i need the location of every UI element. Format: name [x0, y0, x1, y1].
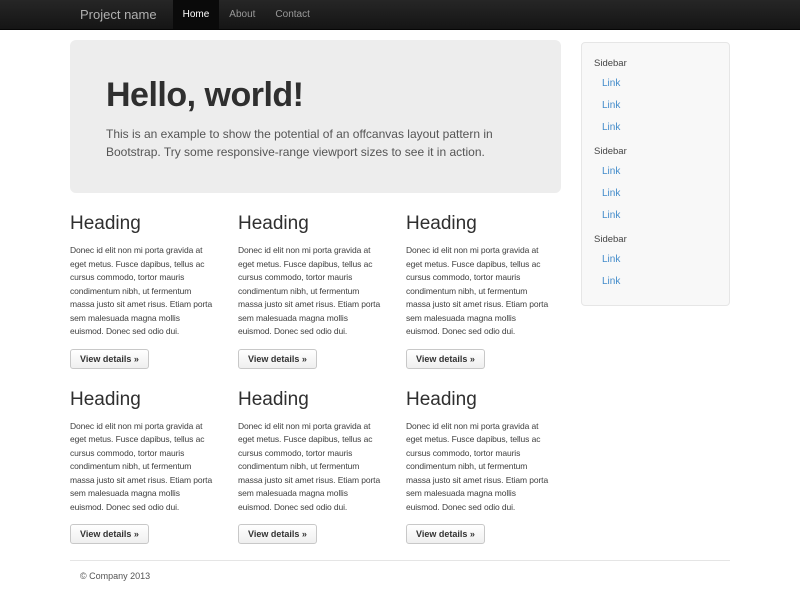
nav-item-about: About — [219, 0, 265, 29]
card-heading: Heading — [406, 389, 551, 411]
card-heading: Heading — [238, 213, 383, 235]
view-details-button[interactable]: View details » — [70, 524, 149, 544]
nav-link-about[interactable]: About — [219, 0, 265, 29]
view-details-button[interactable]: View details » — [238, 524, 317, 544]
sidebar-link[interactable]: Link — [582, 161, 729, 183]
sidebar-group-3: Sidebar Link Link — [582, 227, 729, 293]
jumbotron-description: This is an example to show the potential… — [106, 125, 524, 161]
content-row: Hello, world! This is an example to show… — [70, 40, 730, 544]
sidebar-link[interactable]: Link — [582, 249, 729, 271]
sidebar-link[interactable]: Link — [582, 95, 729, 117]
navbar-inner: Project name Home About Contact — [70, 0, 730, 29]
main-column: Hello, world! This is an example to show… — [70, 40, 561, 544]
sidebar-column: Sidebar Link Link Link Sidebar Link Link… — [581, 42, 730, 306]
sidebar-link[interactable]: Link — [582, 271, 729, 293]
card-body-text: Donec id elit non mi porta gravida at eg… — [238, 420, 383, 515]
card-body-text: Donec id elit non mi porta gravida at eg… — [70, 420, 215, 515]
view-details-button[interactable]: View details » — [238, 349, 317, 369]
card-heading: Heading — [238, 389, 383, 411]
nav-item-contact: Contact — [265, 0, 319, 29]
sidebar-link[interactable]: Link — [582, 183, 729, 205]
footer: © Company 2013 — [70, 560, 730, 611]
jumbotron: Hello, world! This is an example to show… — [70, 40, 561, 193]
navbar-brand[interactable]: Project name — [70, 0, 173, 29]
copyright-text: © Company 2013 — [80, 571, 730, 581]
card-heading: Heading — [70, 213, 215, 235]
cards-row-2: Heading Donec id elit non mi porta gravi… — [70, 387, 561, 545]
card-body-text: Donec id elit non mi porta gravida at eg… — [70, 244, 215, 339]
card-body-text: Donec id elit non mi porta gravida at eg… — [406, 244, 551, 339]
sidebar: Sidebar Link Link Link Sidebar Link Link… — [581, 42, 730, 306]
card-body-text: Donec id elit non mi porta gravida at eg… — [406, 420, 551, 515]
sidebar-link[interactable]: Link — [582, 117, 729, 139]
nav-link-home[interactable]: Home — [173, 0, 220, 29]
card: Heading Donec id elit non mi porta gravi… — [70, 211, 215, 369]
card-body-text: Donec id elit non mi porta gravida at eg… — [238, 244, 383, 339]
view-details-button[interactable]: View details » — [406, 349, 485, 369]
cards-row-1: Heading Donec id elit non mi porta gravi… — [70, 211, 561, 369]
card: Heading Donec id elit non mi porta gravi… — [238, 211, 383, 369]
sidebar-group-label: Sidebar — [582, 139, 729, 161]
page-title: Hello, world! — [106, 76, 527, 115]
navbar-menu: Home About Contact — [173, 0, 320, 29]
sidebar-group-1: Sidebar Link Link Link — [582, 51, 729, 139]
card-heading: Heading — [70, 389, 215, 411]
sidebar-group-2: Sidebar Link Link Link — [582, 139, 729, 227]
view-details-button[interactable]: View details » — [70, 349, 149, 369]
sidebar-group-label: Sidebar — [582, 51, 729, 73]
card: Heading Donec id elit non mi porta gravi… — [406, 211, 551, 369]
navbar: Project name Home About Contact — [0, 0, 800, 30]
sidebar-group-label: Sidebar — [582, 227, 729, 249]
sidebar-link[interactable]: Link — [582, 73, 729, 95]
view-details-button[interactable]: View details » — [406, 524, 485, 544]
card: Heading Donec id elit non mi porta gravi… — [406, 387, 551, 545]
card: Heading Donec id elit non mi porta gravi… — [238, 387, 383, 545]
nav-link-contact[interactable]: Contact — [265, 0, 319, 29]
sidebar-link[interactable]: Link — [582, 205, 729, 227]
page-container: Hello, world! This is an example to show… — [70, 40, 730, 611]
card-heading: Heading — [406, 213, 551, 235]
nav-item-home: Home — [173, 0, 220, 29]
card: Heading Donec id elit non mi porta gravi… — [70, 387, 215, 545]
